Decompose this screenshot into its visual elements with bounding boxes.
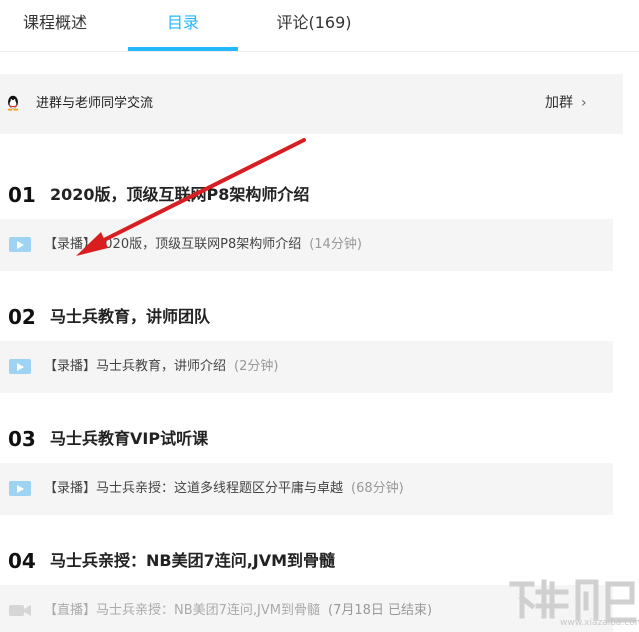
lesson-tag: 【录播】 [44,237,97,252]
lesson-item[interactable]: 【录播】马士兵教育，讲师介绍 (2分钟) [0,341,613,393]
qq-penguin-icon [7,95,19,111]
tab-comments[interactable]: 评论(169) [262,0,366,52]
lesson-name: 2020版，顶级互联网P8架构师介绍 [96,237,302,252]
play-video-icon [9,359,31,374]
lesson-tag: 【录播】 [44,359,97,374]
lesson-name: 马士兵亲授：这道多线程题区分平庸与卓越 [96,481,344,496]
play-video-icon [9,481,31,496]
chapter-number: 01 [8,183,36,207]
play-video-icon [9,237,31,252]
chapter-number: 03 [8,427,36,451]
video-camera-icon [9,605,31,616]
course-tabs: 课程概述 目录 评论(169) [0,0,639,52]
lesson-text: 【录播】马士兵亲授：这道多线程题区分平庸与卓越 (68分钟) [44,463,404,515]
lesson-duration: (14分钟) [309,237,362,252]
chapter-number: 02 [8,305,36,329]
chevron-right-icon: › [581,95,587,111]
join-group-label: 加群 [545,95,573,111]
active-tab-indicator [128,47,238,51]
lesson-duration: (68分钟) [351,481,404,496]
chapter-title: 2020版，顶级互联网P8架构师介绍 [50,185,310,204]
watermark-url: www.xiazaiba.com [560,618,639,628]
lesson-tag: 【录播】 [44,481,97,496]
tab-overview[interactable]: 课程概述 [0,0,110,52]
tab-catalog[interactable]: 目录 [128,0,238,52]
chapter-title: 马士兵亲授：NB美团7连问,JVM到骨髓 [50,551,336,570]
lesson-item[interactable]: 【录播】马士兵亲授：这道多线程题区分平庸与卓越 (68分钟) [0,463,613,515]
lesson-text: 【录播】2020版，顶级互联网P8架构师介绍 (14分钟) [44,219,362,271]
join-group-bar: 进群与老师同学交流 加群 › [0,74,623,134]
lesson-duration: (2分钟) [234,359,279,374]
lesson-name: 马士兵教育，讲师介绍 [96,359,227,374]
lesson-text: 【直播】马士兵亲授：NB美团7连问,JVM到骨髓 (7月18日 已结束) [44,585,432,632]
chapter-number: 04 [8,549,36,573]
chapter-title: 马士兵教育VIP试听课 [50,429,209,448]
join-group-button[interactable]: 加群 › [545,74,587,132]
lesson-tag: 【直播】 [44,603,97,618]
lesson-item[interactable]: 【录播】2020版，顶级互联网P8架构师介绍 (14分钟) [0,219,613,271]
lesson-text: 【录播】马士兵教育，讲师介绍 (2分钟) [44,341,278,393]
lesson-duration: (7月18日 已结束) [328,603,433,618]
lesson-name: 马士兵亲授：NB美团7连问,JVM到骨髓 [96,603,321,618]
join-group-text: 进群与老师同学交流 [36,96,154,111]
chapter-title: 马士兵教育，讲师团队 [50,307,211,326]
